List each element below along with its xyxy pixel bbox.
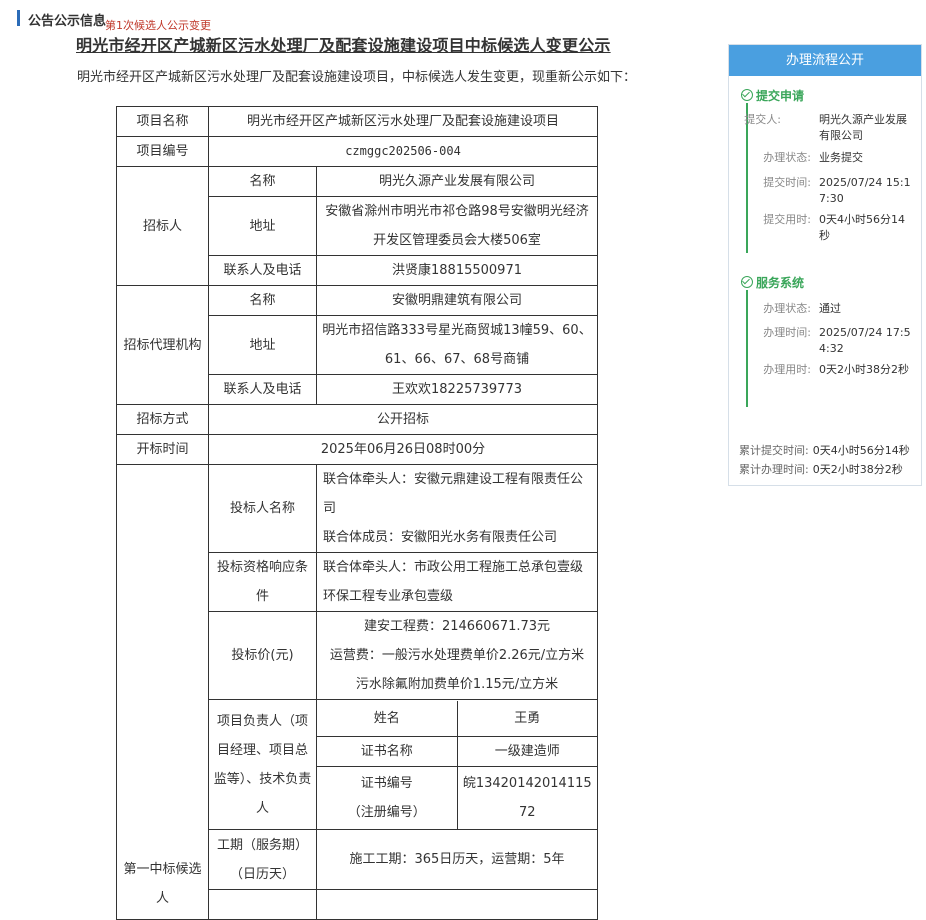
stage-submit: 提交申请	[741, 87, 804, 104]
qual-line: 联合体牵头人：市政公用工程施工总承包壹级	[323, 560, 584, 575]
kv-label: 提交时间:	[763, 176, 811, 189]
cell-empty	[208, 889, 317, 920]
cell-label: 开标时间	[116, 434, 209, 465]
price-line: 污水除氟附加费单价1.15元/立方米	[355, 677, 559, 692]
cell-label: 投标资格响应条件	[208, 552, 317, 612]
cell-label: 联系人及电话	[208, 255, 317, 286]
kv-label: 提交人:	[744, 113, 781, 126]
total-value: 0天4小时56分14秒	[812, 444, 910, 457]
cert-no-sublabel: （注册编号）	[347, 804, 426, 820]
table-row: 开标时间 2025年06月26日08时00分	[116, 434, 598, 465]
section-accent-bar	[17, 10, 20, 26]
cell-label: 名称	[208, 285, 317, 316]
cell-value: 公开招标	[208, 404, 598, 435]
cell-value: 联合体牵头人：市政公用工程施工总承包壹级 环保工程专业承包壹级	[316, 552, 598, 612]
table-row: 项目编号 czmggc202506-004	[116, 136, 598, 167]
price-line: 建安工程费：214660671.73元	[363, 619, 551, 634]
personnel-table: 姓名 王勇 证书名称 一级建造师 证书编号 （注册编号） 皖1342014201…	[317, 700, 597, 829]
cell-value: 2025年06月26日08时00分	[208, 434, 598, 465]
kv-value: 2025/07/24 15:17:30	[819, 176, 911, 205]
kv-value: 2025/07/24 17:54:32	[819, 326, 911, 355]
cell-label: 招标方式	[116, 404, 209, 435]
price-line: 运营费：一般污水处理费单价2.26元/立方米	[329, 648, 585, 663]
qual-line: 环保工程专业承包壹级	[323, 589, 454, 604]
timeline-line	[746, 290, 748, 407]
kv-label: 办理状态:	[763, 151, 811, 164]
cell-label: 投标价(元)	[208, 611, 317, 700]
table-row: 招标方式 公开招标	[116, 404, 598, 435]
kv-value: 0天2小时38分2秒	[819, 363, 909, 376]
cell-value: 一级建造师	[456, 736, 597, 767]
cell-value: 联合体牵头人：安徽元鼎建设工程有限责任公司 联合体成员：安徽阳光水务有限责任公司	[316, 464, 598, 553]
cell-value: 明光市经开区产城新区污水处理厂及配套设施建设项目	[208, 106, 598, 137]
kv-value: 通过	[819, 302, 841, 315]
check-circle-icon	[741, 89, 753, 101]
cell-value: 王欢欢18225739773	[316, 374, 598, 405]
kv-label: 提交用时:	[763, 213, 811, 226]
cell-value: 王勇	[456, 700, 597, 737]
total-value: 0天2小时38分2秒	[812, 463, 903, 476]
notice-title: 明光市经开区产城新区污水处理厂及配套设施建设项目中标候选人变更公示	[76, 36, 611, 55]
total-handle-time: 累计办理时间: 0天2小时38分2秒	[739, 461, 903, 477]
cell-value: 明光久源产业发展有限公司	[316, 166, 598, 197]
cell-label: 招标代理机构	[116, 285, 209, 405]
cell-label: 地址	[208, 315, 317, 375]
cell-value: 洪贤康18815500971	[316, 255, 598, 286]
table-row: 项目名称 明光市经开区产城新区污水处理厂及配套设施建设项目	[116, 106, 598, 137]
cell-label: 联系人及电话	[208, 374, 317, 405]
cell-label: 地址	[208, 196, 317, 256]
cell-value: 建安工程费：214660671.73元 运营费：一般污水处理费单价2.26元/立…	[316, 611, 598, 700]
bidder-member: 联合体成员：安徽阳光水务有限责任公司	[323, 530, 558, 545]
bidder-lead: 联合体牵头人：安徽元鼎建设工程有限责任公司	[323, 472, 584, 516]
table-row: 招标代理机构 名称 安徽明鼎建筑有限公司	[116, 285, 598, 405]
kv-value: 业务提交	[819, 151, 863, 164]
notice-intro: 明光市经开区产城新区污水处理厂及配套设施建设项目，中标候选人发生变更，现重新公示…	[77, 70, 637, 85]
cert-no-label: 证书编号	[360, 775, 413, 791]
cell-label: 招标人	[116, 166, 209, 286]
change-note-link[interactable]: 第1次候选人公示变更	[105, 17, 211, 33]
kv-value: 0天4小时56分14秒	[819, 213, 905, 242]
total-label: 累计办理时间:	[739, 463, 809, 476]
stage-name: 提交申请	[756, 89, 805, 103]
cell-label: 姓名	[317, 700, 458, 737]
cell-label: 项目编号	[116, 136, 209, 167]
cell-value: 明光市招信路333号星光商贸城13幢59、60、61、66、67、68号商铺	[316, 315, 598, 375]
section-title: 公告公示信息	[28, 14, 107, 29]
cell-label: 第一中标候选人	[116, 464, 209, 920]
check-circle-icon	[741, 276, 753, 288]
kv-value: 明光久源产业发展有限公司	[819, 113, 907, 142]
cell-value: 安徽明鼎建筑有限公司	[316, 285, 598, 316]
cell-label: 项目负责人（项目经理、项目总监等）、技术负责人	[208, 699, 317, 830]
kv-label: 办理用时:	[763, 363, 811, 376]
stage-name: 服务系统	[756, 276, 805, 290]
total-label: 累计提交时间:	[739, 444, 809, 457]
cell-empty	[316, 889, 598, 920]
cell-label: 项目名称	[116, 106, 209, 137]
process-panel-title: 办理流程公开	[729, 45, 921, 76]
cell-label: 证书名称	[317, 736, 458, 767]
process-panel: 办理流程公开 提交申请 提交人: 明光久源产业发展有限公司 办理状态: 业务提交…	[728, 44, 922, 486]
notice-table: 项目名称 明光市经开区产城新区污水处理厂及配套设施建设项目 项目编号 czmgg…	[116, 106, 598, 920]
table-row: 第一中标候选人 投标人名称 联合体牵头人：安徽元鼎建设工程有限责任公司 联合体成…	[116, 464, 598, 920]
kv-label: 办理时间:	[763, 326, 811, 339]
stage-service: 服务系统	[741, 274, 804, 291]
cell-label: 证书编号 （注册编号）	[317, 766, 458, 829]
personnel-cell: 姓名 王勇 证书名称 一级建造师 证书编号 （注册编号） 皖1342014201…	[316, 699, 598, 830]
cell-label: 名称	[208, 166, 317, 197]
table-row: 招标人 名称 明光久源产业发展有限公司	[116, 166, 598, 286]
total-submit-time: 累计提交时间: 0天4小时56分14秒	[739, 442, 910, 458]
cell-value: czmggc202506-004	[208, 136, 598, 167]
cell-value: 皖1342014201411572	[456, 766, 597, 829]
cell-label: 投标人名称	[208, 464, 317, 553]
cell-value: 安徽省滁州市明光市祁仓路98号安徽明光经济开发区管理委员会大楼506室	[316, 196, 598, 256]
kv-label: 办理状态:	[763, 302, 811, 315]
